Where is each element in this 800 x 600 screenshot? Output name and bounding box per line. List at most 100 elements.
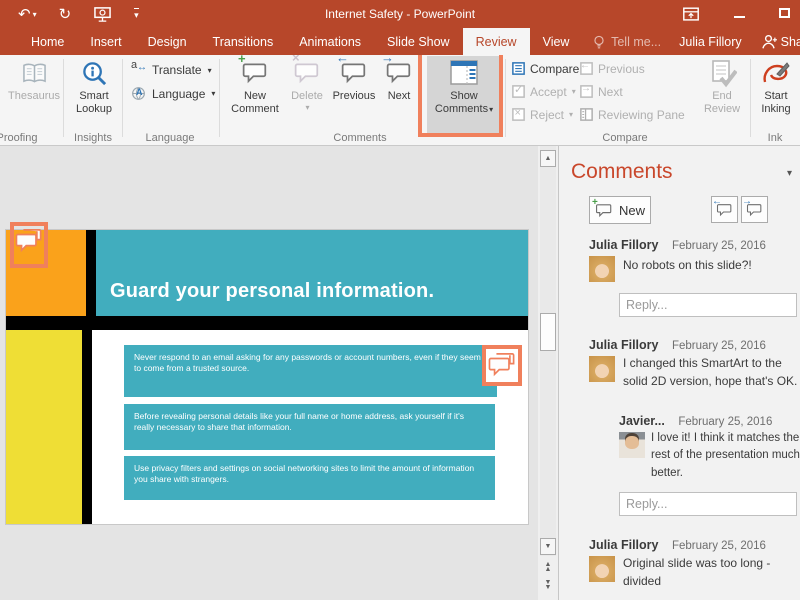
comment-text[interactable]: I love it! I think it matches the rest o… (651, 430, 800, 482)
delete-label: Delete (291, 90, 323, 103)
next-slide-button[interactable]: ▼ ▼ (542, 580, 554, 590)
reviewing-pane-label: Reviewing Pane (598, 108, 685, 122)
next-comment-pane-button[interactable]: → (741, 196, 768, 223)
smart-lookup-icon (81, 60, 108, 87)
comment-3-header: Julia Fillory February 25, 2016 (589, 538, 766, 552)
comment-marker-icon-2[interactable] (488, 352, 516, 378)
ribbon: Thesaurus Proofing Smart Lookup Insights… (0, 55, 800, 146)
previous-comment-button[interactable]: ← Previous (331, 58, 377, 103)
slide-bullet-box-3[interactable]: Use privacy filters and settings on soci… (124, 456, 495, 500)
slide-bullet-box-1[interactable]: Never respond to an email asking for any… (124, 345, 497, 397)
tab-transitions[interactable]: Transitions (200, 28, 287, 55)
new-comment-pane-button[interactable]: + New (589, 196, 651, 224)
thesaurus-button[interactable]: Thesaurus (8, 58, 60, 103)
tab-home[interactable]: Home (18, 28, 77, 55)
next-comment-button[interactable]: → Next (380, 58, 418, 103)
reviewing-pane-button[interactable]: Reviewing Pane (579, 107, 685, 122)
thesaurus-label: Thesaurus (8, 90, 60, 103)
slide-scrollbar[interactable]: ▲ ▼ ▲ ▲ ▼ ▼ (538, 146, 558, 600)
previous-change-label: Previous (598, 62, 645, 76)
thesaurus-book-icon (21, 62, 48, 85)
tab-row-right: Tell me... Julia Fillory Share (592, 28, 800, 55)
slide-editing-area[interactable]: Guard your personal information. Never r… (0, 146, 558, 600)
previous-slide-icon: ▲ (545, 567, 552, 572)
slide-canvas[interactable]: Guard your personal information. Never r… (6, 230, 528, 524)
arrow-right-icon: → (381, 55, 394, 66)
scroll-up-icon: ▲ (545, 155, 552, 162)
ribbon-tab-row: Home Insert Design Transitions Animation… (0, 28, 800, 55)
compare-button[interactable]: Compare (511, 61, 579, 76)
slide-black-bar-vertical-bottom[interactable] (82, 330, 92, 524)
tab-design[interactable]: Design (135, 28, 200, 55)
slide-black-bar-horizontal[interactable] (6, 316, 528, 330)
next-change-button[interactable]: → Next (579, 84, 623, 99)
tab-animations[interactable]: Animations (286, 28, 374, 55)
comment-marker-highlight-box-1 (10, 222, 48, 268)
scroll-down-button[interactable]: ▼ (540, 538, 556, 555)
scroll-up-button[interactable]: ▲ (540, 150, 556, 167)
scrollbar-track[interactable] (540, 146, 556, 556)
maximize-button[interactable] (779, 5, 790, 23)
reject-button[interactable]: × Reject ▾ (511, 107, 573, 122)
ribbon-tabs: Home Insert Design Transitions Animation… (0, 28, 582, 55)
comment-date: February 25, 2016 (678, 416, 772, 428)
comment-date: February 25, 2016 (672, 340, 766, 352)
previous-comment-pane-button[interactable]: ← (711, 196, 738, 223)
comment-text[interactable]: I changed this SmartArt to the solid 2D … (623, 354, 800, 390)
share-button[interactable]: Share (760, 33, 800, 50)
dropdown-icon: ▾ (208, 66, 212, 75)
slide-bullet-box-2[interactable]: Before revealing personal details like y… (124, 404, 495, 450)
accept-button[interactable]: ✓ Accept ▾ (511, 84, 576, 99)
slide-black-bar-vertical-top[interactable] (86, 230, 96, 316)
avatar-julia (589, 556, 615, 582)
compare-label: Compare (530, 62, 579, 76)
comment-marker-icon-1[interactable] (15, 228, 43, 254)
comment-text[interactable]: No robots on this slide?! (623, 256, 799, 274)
end-review-label: End Review (698, 90, 746, 116)
scroll-down-icon: ▼ (545, 543, 552, 550)
slide-title-band[interactable]: Guard your personal information. (96, 230, 528, 316)
tab-insert[interactable]: Insert (77, 28, 134, 55)
scrollbar-thumb[interactable] (540, 313, 556, 351)
minimize-button[interactable] (734, 5, 745, 23)
comments-pane-collapse-icon[interactable]: ▾ (787, 168, 792, 179)
tab-view[interactable]: View (530, 28, 583, 55)
insights-group-label: Insights (63, 132, 123, 144)
dropdown-icon: ▾ (569, 110, 573, 119)
smart-lookup-button[interactable]: Smart Lookup (68, 58, 120, 116)
delete-comment-button[interactable]: × Delete ▾ (286, 58, 328, 113)
end-review-button[interactable]: End Review (698, 58, 746, 116)
avatar-julia (589, 356, 615, 382)
comment-date: February 25, 2016 (672, 240, 766, 252)
x-icon: × (292, 55, 300, 66)
previous-change-button[interactable]: ← Previous (579, 61, 645, 76)
plus-icon: + (238, 55, 246, 67)
translate-label: Translate (152, 63, 202, 77)
comment-text[interactable]: Original slide was too long - divided (623, 554, 800, 590)
window-controls (682, 0, 790, 28)
start-inking-button[interactable]: Start Inking (755, 58, 797, 116)
language-button[interactable]: A Language ▾ (131, 86, 215, 101)
new-comment-button[interactable]: + New Comment (227, 58, 283, 116)
comment-author: Julia Fillory (589, 238, 658, 252)
previous-slide-button[interactable]: ▲ ▲ (542, 562, 554, 572)
minimize-icon (734, 16, 745, 18)
reviewing-pane-icon (579, 107, 594, 122)
arrow-right-icon: → (742, 196, 752, 207)
reply-input-1[interactable] (619, 293, 797, 317)
tab-slide-show[interactable]: Slide Show (374, 28, 463, 55)
slide-title[interactable]: Guard your personal information. (96, 280, 434, 316)
translate-button[interactable]: a ↔ Translate ▾ (131, 63, 212, 77)
end-review-icon (707, 58, 737, 88)
slide-yellow-block[interactable] (6, 330, 82, 524)
share-label: Share (781, 35, 800, 49)
ribbon-display-options-button[interactable] (682, 6, 700, 23)
reply-input-2[interactable] (619, 492, 797, 516)
document-title: Internet Safety - PowerPoint (0, 0, 800, 28)
tab-review[interactable]: Review (463, 28, 530, 55)
comment-2-header: Julia Fillory February 25, 2016 (589, 338, 766, 352)
tell-me-box[interactable]: Tell me... (592, 34, 661, 50)
accept-icon: ✓ (511, 84, 526, 99)
plus-icon: + (592, 197, 598, 208)
signed-in-user[interactable]: Julia Fillory (679, 35, 742, 49)
